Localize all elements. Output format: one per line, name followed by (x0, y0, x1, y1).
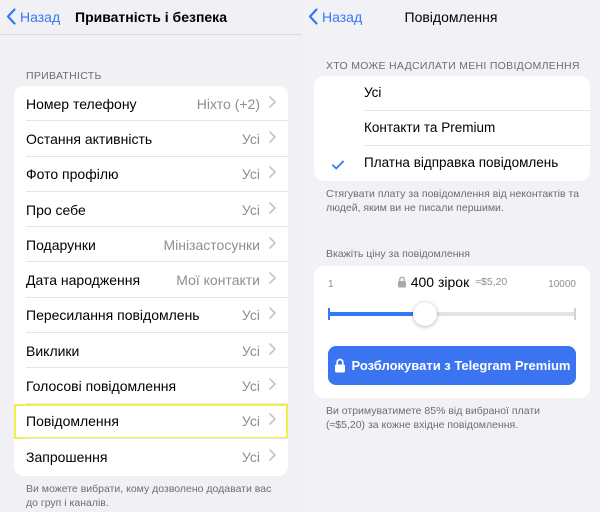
chevron-right-icon (269, 342, 276, 360)
left-nav-bar: Назад Приватність і безпека (0, 0, 302, 34)
right-nav-bar: Назад Повідомлення (302, 0, 600, 34)
privacy-row-label: Остання активність (26, 130, 153, 147)
privacy-row-value: Усі (241, 378, 260, 395)
privacy-row-value: Усі (241, 342, 260, 359)
privacy-list: Номер телефону Ніхто (+2) Остання активніс… (14, 86, 288, 476)
price-footer-note: Ви отримуватимете 85% від вибраної плати… (326, 405, 540, 431)
chevron-right-icon (269, 448, 276, 466)
privacy-row[interactable]: Запрошення Усі (14, 439, 288, 474)
who-can-message-header: ХТО МОЖЕ НАДСИЛАТИ МЕНІ ПОВІДОМЛЕННЯ (326, 60, 580, 72)
privacy-footer-note: Ви можете вибрати, кому дозволено додава… (26, 483, 272, 509)
privacy-row-value: Мінізастосунки (163, 236, 260, 253)
privacy-row[interactable]: Фото профілю Усі (14, 157, 288, 192)
price-card: 1 10000 400 зірок ≈$5,20 Розблокувати з … (314, 266, 590, 398)
chevron-right-icon (269, 236, 276, 254)
checkmark-icon (332, 157, 344, 175)
message-option[interactable]: Платна відправка повідомлень (314, 146, 590, 181)
message-option-label: Платна відправка повідомлень (364, 155, 559, 170)
message-option[interactable]: Усі (314, 76, 590, 111)
privacy-row-value: Усі (241, 448, 260, 465)
price-section-header: Вкажіть ціну за повідомлення (326, 248, 470, 260)
privacy-row-label: Голосові повідомлення (26, 378, 177, 395)
privacy-row[interactable]: Голосові повідомлення Усі (14, 368, 288, 404)
price-slider-fill (328, 312, 425, 316)
privacy-row[interactable]: Про себе Усі (14, 192, 288, 228)
price-slider[interactable] (328, 302, 576, 326)
privacy-row-value: Усі (241, 201, 260, 218)
privacy-row[interactable]: Номер телефону Ніхто (+2) (14, 86, 288, 122)
left-nav-divider (0, 34, 302, 35)
options-footer-note: Стягувати плату за повідомлення від неко… (326, 188, 580, 214)
privacy-row-label: Номер телефону (26, 95, 137, 112)
privacy-row-value: Ніхто (+2) (196, 95, 260, 112)
privacy-row[interactable]: Остання активність Усі (14, 121, 288, 157)
price-slider-min-tick (328, 308, 330, 320)
chevron-right-icon (269, 165, 276, 183)
unlock-premium-button[interactable]: Розблокувати з Telegram Premium (328, 346, 576, 385)
privacy-row[interactable]: Подарунки Мінізастосунки (14, 227, 288, 263)
lock-icon (397, 276, 406, 288)
lock-icon (334, 358, 345, 373)
privacy-row-label: Про себе (26, 201, 86, 218)
unlock-premium-label: Розблокувати з Telegram Premium (351, 358, 571, 373)
privacy-row-label: Пересилання повідомлень (26, 307, 200, 324)
privacy-row-value: Мої контакти (176, 272, 260, 289)
message-option[interactable]: Контакти та Premium (314, 111, 590, 146)
price-slider-thumb[interactable] (412, 302, 437, 326)
privacy-row[interactable]: Виклики Усі (14, 333, 288, 369)
privacy-row[interactable]: Повідомлення Усі (14, 403, 288, 439)
message-option-label: Усі (364, 85, 382, 100)
message-option-label: Контакти та Premium (364, 120, 496, 135)
privacy-row-label: Повідомлення (26, 413, 119, 430)
privacy-row[interactable]: Пересилання повідомлень Усі (14, 298, 288, 334)
privacy-row-value: Усі (241, 130, 260, 147)
price-slider-max-tick (574, 308, 576, 320)
privacy-row-label: Подарунки (26, 236, 96, 253)
chevron-right-icon (269, 130, 276, 148)
chevron-right-icon (269, 412, 276, 430)
right-page-title: Повідомлення (404, 9, 498, 25)
price-stars-value: 400 зірок (410, 274, 470, 290)
privacy-row-label: Виклики (26, 342, 80, 359)
price-usd-value: ≈$5,20 (475, 276, 508, 288)
privacy-row-label: Запрошення (26, 448, 108, 465)
privacy-row-value: Усі (241, 307, 260, 324)
price-readout: 400 зірок ≈$5,20 (314, 274, 590, 290)
privacy-section-header: ПРИВАТНІСТЬ (26, 70, 102, 82)
chevron-right-icon (269, 201, 276, 219)
chevron-right-icon (269, 377, 276, 395)
chevron-right-icon (269, 95, 276, 113)
privacy-row-value: Усі (241, 166, 260, 183)
privacy-row[interactable]: Дата народження Мої контакти (14, 262, 288, 298)
privacy-row-label: Фото профілю (26, 166, 119, 183)
left-page-title: Приватність і безпека (75, 9, 227, 25)
chevron-right-icon (269, 306, 276, 324)
messages-panel: Назад Повідомлення ХТО МОЖЕ НАДСИЛАТИ МЕ… (302, 0, 600, 512)
privacy-row-value: Усі (241, 413, 260, 430)
privacy-row-label: Дата народження (26, 272, 141, 289)
who-can-message-options: Усі Контакти та Premium Платна відправка п… (314, 76, 590, 181)
privacy-panel: Назад Приватність і безпека ПРИВАТНІСТЬ … (0, 0, 302, 512)
chevron-right-icon (269, 271, 276, 289)
